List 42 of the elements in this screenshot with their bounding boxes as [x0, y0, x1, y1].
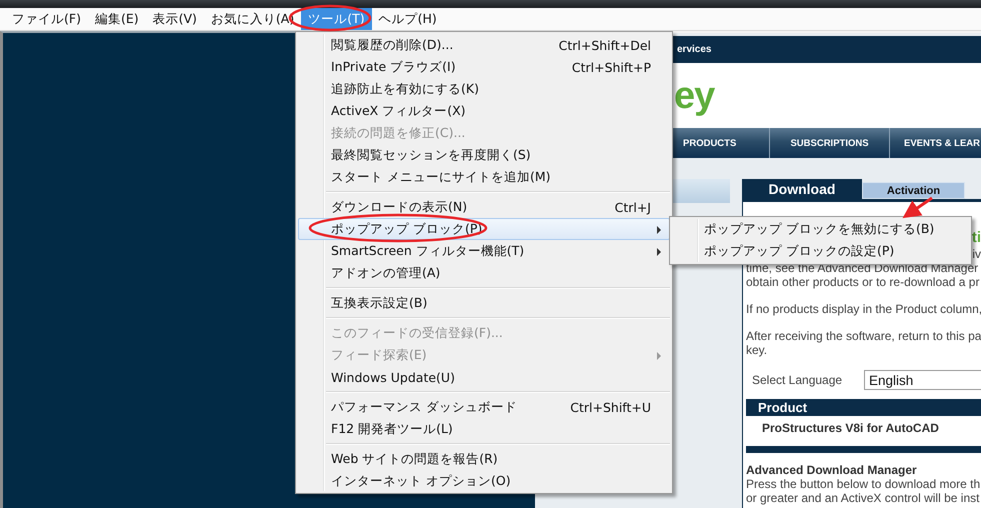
- nav-item[interactable]: PRODUCTS: [683, 138, 736, 148]
- menu-item[interactable]: 最終閲覧セッションを再度開く(S): [298, 144, 670, 166]
- menu-item[interactable]: アドオンの管理(A): [298, 262, 670, 284]
- menu-item[interactable]: 互換表示設定(B): [298, 292, 670, 314]
- menu-bar-item[interactable]: ファイル(F): [5, 8, 88, 30]
- nav-item[interactable]: EVENTS & LEAR: [904, 138, 980, 148]
- menu-item[interactable]: Web サイトの問題を報告(R): [298, 448, 670, 470]
- menu-item[interactable]: ポップアップ ブロックの設定(P): [672, 240, 969, 262]
- sidebar-panel: [673, 179, 730, 203]
- menu-item[interactable]: スタート メニューにサイトを追加(M): [298, 166, 670, 188]
- tab[interactable]: Download: [742, 179, 862, 199]
- select-label: Select Language: [752, 373, 844, 387]
- nav-item[interactable]: SUBSCRIPTIONS: [790, 138, 869, 148]
- menu-item[interactable]: InPrivate ブラウズ(I) Ctrl+Shift+P: [298, 56, 670, 78]
- section-title: Advanced Download Manager: [746, 463, 918, 477]
- text-line: If no products display in the Product column,: [746, 302, 981, 316]
- text-line: Press the button below to download more th: [746, 477, 981, 491]
- menu-item[interactable]: インターネット オプション(O): [298, 470, 670, 492]
- text-line: or greater and an ActiveX control will be inst: [746, 491, 980, 505]
- menu-bar-item[interactable]: 表示(V): [146, 8, 204, 30]
- menu-item[interactable]: パフォーマンス ダッシュボード Ctrl+Shift+U: [298, 396, 670, 418]
- menu-item[interactable]: SmartScreen フィルター機能(T): [298, 240, 670, 262]
- menu-item[interactable]: ActiveX フィルター(X): [298, 100, 670, 122]
- table-header: Product: [746, 399, 981, 416]
- text-line: key.: [746, 343, 768, 357]
- menu-item[interactable]: 追跡防止を有効にする(K): [298, 78, 670, 100]
- annotation-arrow: [902, 196, 933, 218]
- text-line: iv: [972, 247, 981, 261]
- menu-item[interactable]: Windows Update(U): [298, 366, 670, 388]
- menu-item[interactable]: ポップアップ ブロックを無効にする(B): [672, 218, 969, 240]
- menu-item[interactable]: F12 開発者ツール(L): [298, 418, 670, 440]
- menu-bar-item[interactable]: 編集(E): [88, 8, 146, 30]
- language-select[interactable]: English: [864, 370, 981, 390]
- tab[interactable]: Activation: [862, 182, 965, 199]
- logo: ey: [674, 76, 714, 116]
- text-line: obtain other products or to re-download a pr: [746, 275, 980, 289]
- menu-item[interactable]: 閲覧履歴の削除(D)... Ctrl+Shift+Del: [298, 34, 670, 56]
- heading-fragment: ti: [972, 229, 981, 246]
- menu-bar-item[interactable]: ヘルプ(H): [372, 8, 444, 30]
- header-text: ervices: [677, 44, 712, 55]
- table-cell-text: ProStructures V8i for AutoCAD: [761, 420, 940, 437]
- menu-item[interactable]: ダウンロードの表示(N) Ctrl+J: [298, 196, 670, 218]
